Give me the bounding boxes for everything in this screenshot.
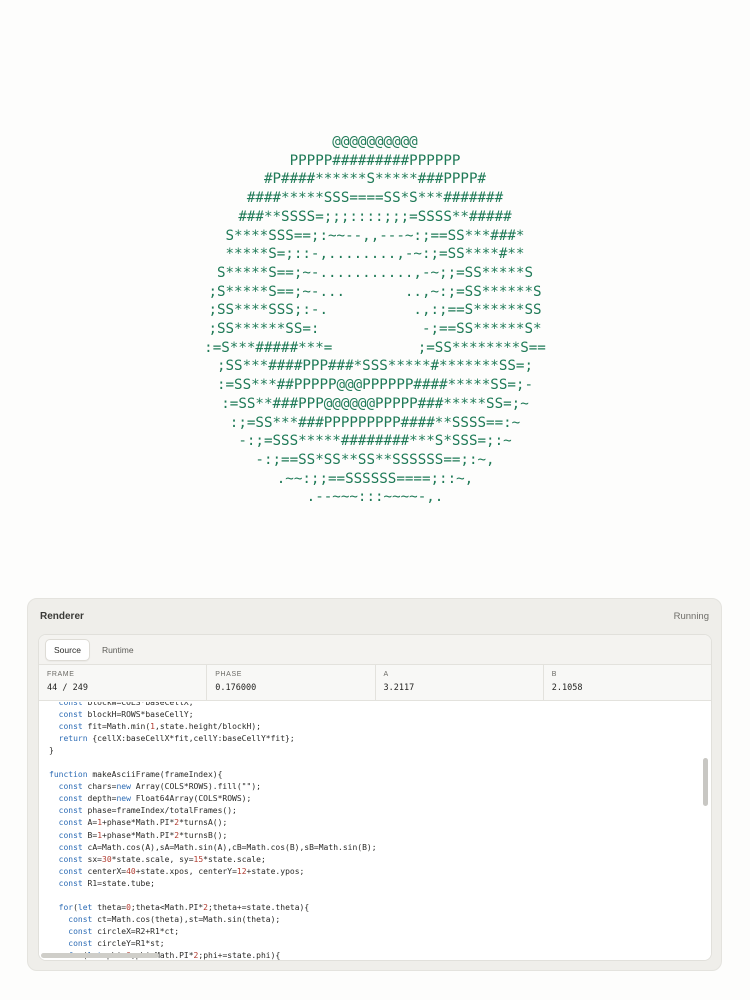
- ascii-line: ;SS******SS=: -;==SS******S*: [208, 321, 542, 338]
- stat-label: B: [551, 671, 558, 678]
- stat-label: PHASE: [215, 671, 242, 678]
- ascii-line: -:;=SSS*****########***S*SSS=;:~: [238, 433, 512, 450]
- stat-b: B 2.1058: [544, 665, 711, 700]
- stat-value: 2.1058: [551, 683, 583, 693]
- ascii-line: ###**SSSS=;;;::::;;;=SSSS**#####: [238, 208, 512, 225]
- stat-label: FRAME: [47, 671, 75, 678]
- ascii-line: ;SS***####PPP###*SSS*****#*******SS=;: [216, 358, 534, 375]
- renderer-panel: Renderer Running Source Runtime FRAME 44…: [27, 598, 722, 971]
- ascii-line: ####*****SSS====SS*S***#######: [246, 190, 504, 207]
- ascii-line: .--~~~:::~~~~-,.: [306, 489, 444, 506]
- tab-source[interactable]: Source: [45, 638, 90, 661]
- code-line: const ct=Math.cos(theta),st=Math.sin(the…: [68, 914, 281, 924]
- stat-value: 0.176000: [215, 683, 257, 693]
- tab-bar: Source Runtime: [39, 635, 711, 665]
- code-line: const blockH=ROWS*baseCellY;: [58, 710, 194, 720]
- stat-phase: PHASE 0.176000: [207, 665, 376, 700]
- ascii-line: *****S=;::-,........,-~:;=SS****#**: [225, 246, 525, 263]
- panel-title: Renderer: [40, 610, 84, 622]
- ascii-line: :;=SS***###PPPPPPPPP####**SSSS==:~: [229, 414, 521, 431]
- ascii-line: S*****S==;~-...........,-~;;=SS*****S: [216, 264, 534, 281]
- code-line: return {cellX:baseCellX*fit,cellY:baseCe…: [58, 734, 295, 744]
- source-code: const blockW=COLS*baseCellX; const block…: [49, 702, 695, 960]
- code-line: const R1=state.tube;: [58, 878, 155, 888]
- ascii-line: PPPPP#########PPPPPP: [289, 152, 461, 169]
- ascii-line: :=SS**###PPP@@@@@@PPPPP###*****SS=;~: [221, 395, 529, 412]
- code-line: const circleX=R2+R1*ct;: [68, 926, 180, 936]
- code-editor[interactable]: const blockW=COLS*baseCellX; const block…: [39, 702, 711, 960]
- code-line: const blockW=COLS*baseCellX;: [58, 702, 194, 707]
- tab-runtime[interactable]: Runtime: [94, 640, 142, 660]
- code-line: const circleY=R1*st;: [68, 938, 165, 948]
- ascii-canvas: @@@@@@@@@@ PPPPP#########PPPPPP #P####****…: [0, 0, 750, 590]
- code-line: const cA=Math.cos(A),sA=Math.sin(A),cB=M…: [58, 842, 377, 852]
- code-line: const B=1+phase*Math.PI*2*turnsB();: [58, 830, 228, 840]
- ascii-line: .~~:;;==SSSSSS====;::~,: [276, 470, 474, 487]
- code-line: const sx=30*state.scale, sy=15*state.sca…: [58, 854, 266, 864]
- horizontal-scrollbar[interactable]: [41, 953, 159, 958]
- code-line: const depth=new Float64Array(COLS*ROWS);: [58, 794, 252, 804]
- status-text: Running: [673, 610, 709, 622]
- ascii-line: #P####******S*****###PPPP#: [263, 171, 487, 188]
- ascii-line: ;S*****S==;~-... ..,~:;=SS******S: [208, 283, 542, 300]
- ascii-line: ;SS****SSS;:-. .,:;==S******SS: [208, 302, 542, 319]
- code-line: function makeAsciiFrame(frameIndex){: [49, 770, 223, 780]
- ascii-line: :=S***#####***= ;=SS********S==: [204, 339, 546, 356]
- ascii-torus-render: @@@@@@@@@@ PPPPP#########PPPPPP #P####****…: [0, 133, 750, 507]
- stat-value: 44 / 249: [47, 683, 88, 693]
- vertical-scrollbar[interactable]: [703, 758, 708, 806]
- code-line: const phase=frameIndex/totalFrames();: [58, 806, 237, 816]
- panel-body: Source Runtime FRAME 44 / 249 PHASE 0.17…: [38, 634, 712, 961]
- code-line: const fit=Math.min(1,state.height/blockH…: [58, 722, 261, 732]
- panel-header: Renderer Running: [28, 599, 721, 633]
- code-line: const centerX=40+state.xpos, centerY=12+…: [58, 866, 305, 876]
- stat-value: 3.2117: [383, 683, 415, 693]
- ascii-line: :=SS***##PPPPP@@@PPPPPP####*****SS=;-: [216, 377, 534, 394]
- code-line: }: [49, 746, 54, 756]
- stat-frame: FRAME 44 / 249: [39, 665, 208, 700]
- ascii-line: S****SSS==;:~~--,,---~:;==SS***###*: [225, 227, 525, 244]
- ascii-line: @@@@@@@@@@: [332, 134, 418, 150]
- code-line: const A=1+phase*Math.PI*2*turnsA();: [58, 818, 228, 828]
- ascii-line: -:;==SS*SS**SS**SSSSSS==;:~,: [255, 451, 495, 468]
- stat-label: A: [383, 671, 389, 678]
- code-line: const chars=new Array(COLS*ROWS).fill(""…: [58, 782, 261, 792]
- stat-a: A 3.2117: [376, 665, 544, 700]
- code-line: for(let theta=0;theta<Math.PI*2;theta+=s…: [58, 902, 310, 912]
- stats-row: FRAME 44 / 249 PHASE 0.176000 A 3.2117 B…: [39, 665, 711, 701]
